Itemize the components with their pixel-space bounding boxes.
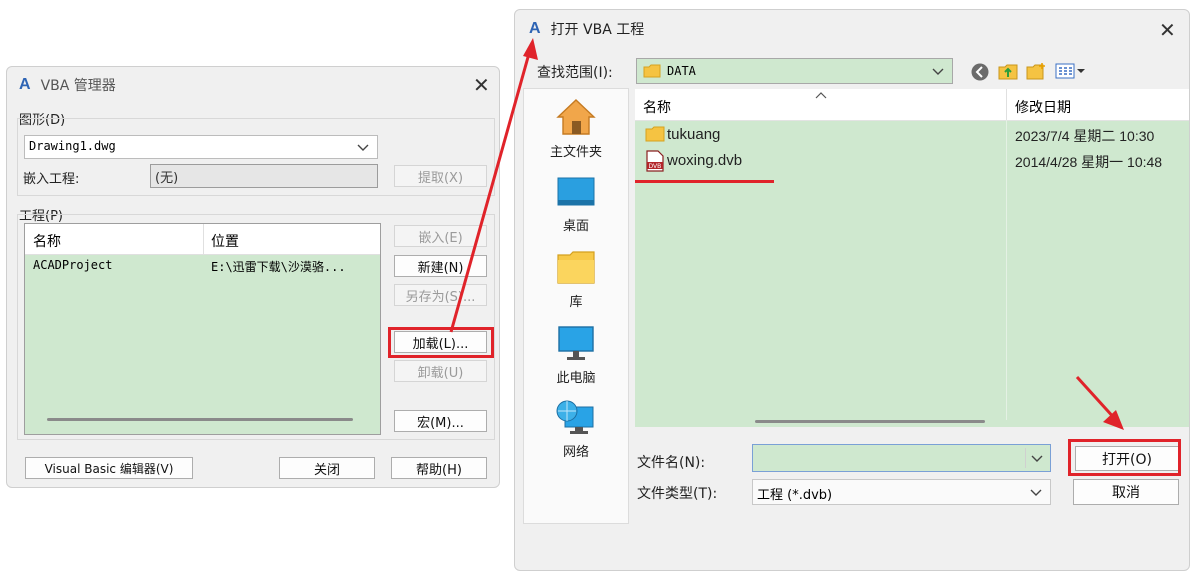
folder-icon (643, 64, 661, 78)
nav-home-label: 主文件夹 (549, 145, 602, 160)
network-icon (556, 400, 594, 434)
embed-button[interactable]: 嵌入(E) (394, 225, 487, 247)
extract-button[interactable]: 提取(X) (394, 165, 487, 187)
list-item[interactable]: DVB woxing.dvb 2014/4/28 星期一 10:48 (635, 149, 1189, 173)
embedded-project-label: 嵌入工程: (23, 172, 80, 187)
column-header-name[interactable]: 名称 (643, 97, 671, 117)
filetype-select[interactable]: 工程 (*.dvb) (752, 479, 1051, 505)
filetype-value: 工程 (*.dvb) (757, 488, 833, 503)
embedded-project-field: (无) (150, 164, 378, 188)
nav-network[interactable]: 网络 (526, 399, 626, 460)
dvb-file-icon: DVB (646, 150, 664, 172)
drawing-select[interactable]: Drawing1.dwg (24, 135, 378, 159)
autocad-logo-icon: A (529, 20, 541, 37)
file-modified-cell: 2023/7/4 星期二 10:30 (1015, 128, 1155, 144)
file-name-cell: tukuang (667, 126, 721, 143)
file-name-cell: woxing.dvb (667, 152, 743, 169)
up-folder-icon[interactable] (997, 61, 1019, 81)
file-list-header: 名称 修改日期 (635, 89, 1189, 121)
library-folder-icon (557, 251, 595, 284)
chevron-down-icon (1030, 489, 1042, 496)
column-divider (203, 224, 204, 254)
file-underline-annotation (635, 180, 774, 183)
computer-icon (558, 326, 594, 360)
chevron-down-icon (932, 68, 944, 75)
nav-network-label: 网络 (562, 445, 589, 460)
cancel-button[interactable]: 取消 (1073, 479, 1179, 505)
open-dialog-titlebar: A 打开 VBA 工程 (515, 10, 1189, 48)
sort-ascending-icon (815, 92, 827, 99)
column-header-location[interactable]: 位置 (211, 231, 239, 251)
drawing-select-value: Drawing1.dwg (29, 139, 116, 153)
close-button[interactable]: 关闭 (279, 457, 375, 479)
chevron-down-icon[interactable] (1031, 455, 1043, 463)
embedded-project-value: (无) (155, 171, 179, 186)
table-row[interactable]: ACADProject E:\迅雷下载\沙漠骆... (25, 256, 380, 278)
nav-this-pc-label: 此电脑 (556, 371, 596, 386)
nav-desktop-label: 桌面 (562, 219, 589, 234)
new-folder-icon[interactable] (1025, 61, 1047, 81)
vba-manager-titlebar: A VBA 管理器 (7, 67, 499, 103)
unload-button[interactable]: 卸载(U) (394, 360, 487, 382)
file-list[interactable]: 名称 修改日期 tukuang 2023/7/4 星期二 10:30 DVB w… (635, 89, 1189, 427)
filename-input[interactable] (752, 444, 1051, 472)
look-in-label: 查找范围(I): (537, 65, 613, 81)
open-vba-project-dialog: A 打开 VBA 工程 ✕ 查找范围(I): DATA 主文件夹 桌面 库 此电… (514, 9, 1190, 571)
vb-editor-button[interactable]: Visual Basic 编辑器(V) (25, 457, 193, 479)
vba-manager-close-icon[interactable]: ✕ (473, 75, 490, 95)
filename-dropdown-divider (1025, 448, 1026, 468)
back-icon[interactable] (970, 62, 990, 82)
new-button[interactable]: 新建(N) (394, 255, 487, 277)
open-dialog-close-icon[interactable]: ✕ (1159, 20, 1176, 40)
vba-manager-dialog: A VBA 管理器 ✕ 图形(D) Drawing1.dwg 嵌入工程: (无)… (6, 66, 500, 488)
file-modified-cell: 2014/4/28 星期一 10:48 (1015, 154, 1163, 170)
desktop-icon (557, 177, 595, 206)
column-divider (1006, 89, 1007, 120)
macro-button[interactable]: 宏(M)... (394, 410, 487, 432)
folder-icon (645, 126, 665, 142)
autocad-logo-icon: A (19, 76, 31, 93)
open-dialog-title: 打开 VBA 工程 (550, 22, 645, 38)
nav-desktop[interactable]: 桌面 (526, 175, 626, 234)
filename-label: 文件名(N): (637, 455, 706, 471)
look-in-select[interactable]: DATA (636, 58, 953, 84)
save-as-button[interactable]: 另存为(S)... (394, 284, 487, 306)
svg-text:DVB: DVB (649, 163, 662, 170)
nav-library-label: 库 (569, 295, 583, 310)
help-button[interactable]: 帮助(H) (391, 457, 487, 479)
filetype-label: 文件类型(T): (637, 486, 718, 502)
column-header-modified[interactable]: 修改日期 (1015, 97, 1071, 117)
load-button-highlight (388, 327, 494, 358)
project-list-header: 名称 位置 (25, 224, 380, 255)
nav-library[interactable]: 库 (526, 249, 626, 310)
project-name-cell: ACADProject (33, 258, 113, 272)
nav-home[interactable]: 主文件夹 (526, 97, 626, 160)
nav-this-pc[interactable]: 此电脑 (526, 325, 626, 386)
chevron-down-icon (357, 144, 369, 151)
horizontal-scrollbar[interactable] (755, 420, 985, 423)
column-header-name[interactable]: 名称 (33, 231, 61, 251)
horizontal-scrollbar[interactable] (47, 418, 353, 421)
view-menu-icon[interactable] (1055, 61, 1087, 81)
home-icon (556, 99, 596, 135)
places-bar: 主文件夹 桌面 库 此电脑 网络 (523, 88, 629, 524)
project-list[interactable]: 名称 位置 ACADProject E:\迅雷下载\沙漠骆... (24, 223, 381, 435)
open-button-highlight (1068, 439, 1181, 476)
vba-manager-title: VBA 管理器 (40, 78, 116, 94)
list-item[interactable]: tukuang 2023/7/4 星期二 10:30 (635, 123, 1189, 147)
look-in-value: DATA (667, 64, 696, 78)
project-location-cell: E:\迅雷下载\沙漠骆... (211, 260, 346, 274)
